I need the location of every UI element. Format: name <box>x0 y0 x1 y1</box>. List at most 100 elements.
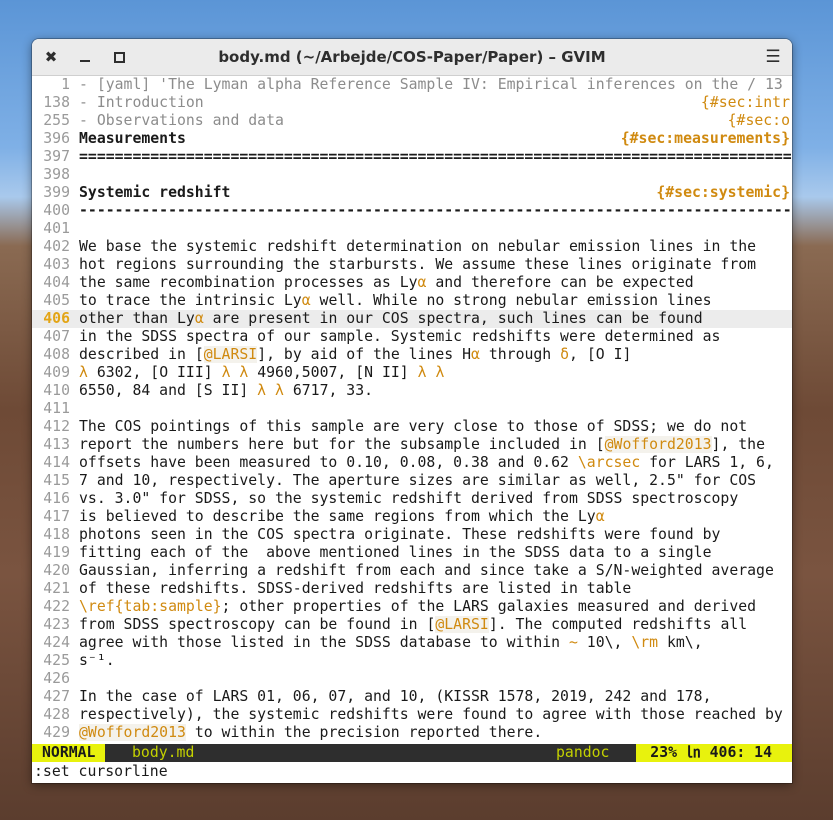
section-label-tag: {#sec:measurements} <box>620 130 790 147</box>
line-text: from SDSS spectroscopy can be found in [… <box>79 616 748 633</box>
line-text: vs. 3.0" for SDSS, so the systemic redsh… <box>79 490 739 507</box>
line-text: other than Lyα are present in our COS sp… <box>79 310 703 327</box>
editor-line[interactable]: 398 <box>32 166 792 184</box>
command-line[interactable]: :set cursorline <box>32 762 792 782</box>
line-number: 1 <box>61 76 70 93</box>
line-number: 411 <box>43 400 70 417</box>
line-text: We base the systemic redshift determinat… <box>79 238 757 255</box>
line-number: 408 <box>43 346 70 363</box>
editor-line[interactable]: 1 - [yaml] 'The Lyman alpha Reference Sam… <box>32 76 792 94</box>
editor-line[interactable]: 403 hot regions surrounding the starburst… <box>32 256 792 274</box>
line-number: 428 <box>43 706 70 723</box>
line-number: 421 <box>43 580 70 597</box>
line-number: 419 <box>43 544 70 561</box>
line-number: 420 <box>43 562 70 579</box>
section-label-tag: {#sec:o <box>727 112 790 129</box>
editor-line[interactable]: 409 λ 6302, [O III] λ λ 4960,5007, [N II]… <box>32 364 792 382</box>
line-text: offsets have been measured to 0.10, 0.08… <box>79 454 774 471</box>
editor-line[interactable]: 423 from SDSS spectroscopy can be found i… <box>32 616 792 634</box>
status-position: 23% ㏑ 406: 14 <box>636 744 792 762</box>
editor-line[interactable]: 414 offsets have been measured to 0.10, 0… <box>32 454 792 472</box>
editor-line[interactable]: 421 of these redshifts. SDSS-derived reds… <box>32 580 792 598</box>
status-line: NORMAL body.md pandoc 23% ㏑ 406: 14 <box>32 744 792 762</box>
editor-line[interactable]: 405 to trace the intrinsic Lyα well. Whil… <box>32 292 792 310</box>
editor-line[interactable]: 424 agree with those listed in the SDSS d… <box>32 634 792 652</box>
title-bar[interactable]: ✖ body.md (~/Arbejde/COS-Paper/Paper) – … <box>32 39 792 76</box>
line-text: In the case of LARS 01, 06, 07, and 10, … <box>79 688 712 705</box>
editor-line[interactable]: 425 s⁻¹. <box>32 652 792 670</box>
line-text: is believed to describe the same regions… <box>79 508 605 525</box>
line-text: - Observations and data <box>79 112 284 129</box>
editor-line[interactable]: 413 report the numbers here but for the s… <box>32 436 792 454</box>
editor-line[interactable]: 410 6550, 84 and [S II] λ λ 6717, 33. <box>32 382 792 400</box>
line-number: 407 <box>43 328 70 345</box>
line-text: \ref{tab:sample}; other properties of th… <box>79 598 757 615</box>
editor-line[interactable]: 411 <box>32 400 792 418</box>
line-number: 425 <box>43 652 70 669</box>
editor-line[interactable]: 420 Gaussian, inferring a redshift from e… <box>32 562 792 580</box>
line-text: s⁻¹. <box>79 652 115 669</box>
line-text: respectively), the systemic redshifts we… <box>79 706 783 723</box>
line-number: 410 <box>43 382 70 399</box>
editor-line[interactable]: 402 We base the systemic redshift determi… <box>32 238 792 256</box>
editor-line[interactable]: 400 -------------------------------------… <box>32 202 792 220</box>
editor-text-area[interactable]: 1 - [yaml] 'The Lyman alpha Reference Sam… <box>32 76 792 744</box>
line-text: described in [@LARSI], by aid of the lin… <box>79 346 632 363</box>
line-text: @Wofford2013 to within the precision rep… <box>79 724 543 741</box>
editor-line[interactable]: 427 In the case of LARS 01, 06, 07, and 1… <box>32 688 792 706</box>
editor-line[interactable]: 407 in the SDSS spectra of our sample. Sy… <box>32 328 792 346</box>
line-text: of these redshifts. SDSS-derived redshif… <box>79 580 632 597</box>
line-number: 255 <box>43 112 70 129</box>
status-filetype: pandoc <box>556 744 610 761</box>
line-text: ----------------------------------------… <box>79 202 792 219</box>
line-text: hot regions surrounding the starbursts. … <box>79 256 757 273</box>
line-number: 138 <box>43 94 70 111</box>
editor-line[interactable]: 399 Systemic redshift {#sec:systemic} <box>32 184 792 202</box>
line-number: 415 <box>43 472 70 489</box>
line-number: 426 <box>43 670 70 687</box>
line-text: report the numbers here but for the subs… <box>79 436 765 453</box>
editor-line[interactable]: 426 <box>32 670 792 688</box>
editor-line[interactable]: 415 7 and 10, respectively. The aperture … <box>32 472 792 490</box>
editor-line[interactable]: 404 the same recombination processes as L… <box>32 274 792 292</box>
line-text: λ 6302, [O III] λ λ 4960,5007, [N II] λ … <box>79 364 445 381</box>
editor-line[interactable]: 408 described in [@LARSI], by aid of the … <box>32 346 792 364</box>
line-number: 406 <box>43 310 70 327</box>
line-text: 6550, 84 and [S II] λ λ 6717, 33. <box>79 382 374 399</box>
line-text: - [yaml] 'The Lyman alpha Reference Samp… <box>79 76 783 93</box>
line-text: - Introduction <box>79 94 204 111</box>
editor-line[interactable]: 412 The COS pointings of this sample are … <box>32 418 792 436</box>
line-number: 416 <box>43 490 70 507</box>
editor-line[interactable]: 138 - Introduction {#sec:intr <box>32 94 792 112</box>
editor-line[interactable]: 429 @Wofford2013 to within the precision … <box>32 724 792 742</box>
line-text: agree with those listed in the SDSS data… <box>79 634 703 651</box>
line-number: 404 <box>43 274 70 291</box>
section-label-tag: {#sec:systemic} <box>656 184 790 201</box>
cursor-line[interactable]: 406 other than Lyα are present in our COS… <box>32 310 792 328</box>
editor-line[interactable]: 419 fitting each of the above mentioned l… <box>32 544 792 562</box>
line-number: 424 <box>43 634 70 651</box>
window-title: body.md (~/Arbejde/COS-Paper/Paper) – GV… <box>218 48 606 66</box>
line-number: 402 <box>43 238 70 255</box>
line-number: 429 <box>43 724 70 741</box>
editor-line[interactable]: 416 vs. 3.0" for SDSS, so the systemic re… <box>32 490 792 508</box>
editor-line[interactable]: 396 Measurements {#sec:measurements} <box>32 130 792 148</box>
editor-line[interactable]: 401 <box>32 220 792 238</box>
line-number: 403 <box>43 256 70 273</box>
line-text: Systemic redshift <box>79 184 231 201</box>
line-number: 396 <box>43 130 70 147</box>
editor-line[interactable]: 418 photons seen in the COS spectra origi… <box>32 526 792 544</box>
editor-line[interactable]: 428 respectively), the systemic redshifts… <box>32 706 792 724</box>
hamburger-menu-icon[interactable]: ☰ <box>762 46 784 68</box>
editor-line[interactable]: 397 =====================================… <box>32 148 792 166</box>
line-number: 414 <box>43 454 70 471</box>
editor-line[interactable]: 422 \ref{tab:sample}; other properties of… <box>32 598 792 616</box>
line-text: Gaussian, inferring a redshift from each… <box>79 562 774 579</box>
editor-line[interactable]: 255 - Observations and data {#sec:o <box>32 112 792 130</box>
editor-line[interactable]: 417 is believed to describe the same regi… <box>32 508 792 526</box>
line-text: ========================================… <box>79 148 792 165</box>
line-number: 400 <box>43 202 70 219</box>
status-filename: body.md <box>132 744 195 761</box>
line-text: photons seen in the COS spectra originat… <box>79 526 721 543</box>
line-number: 409 <box>43 364 70 381</box>
